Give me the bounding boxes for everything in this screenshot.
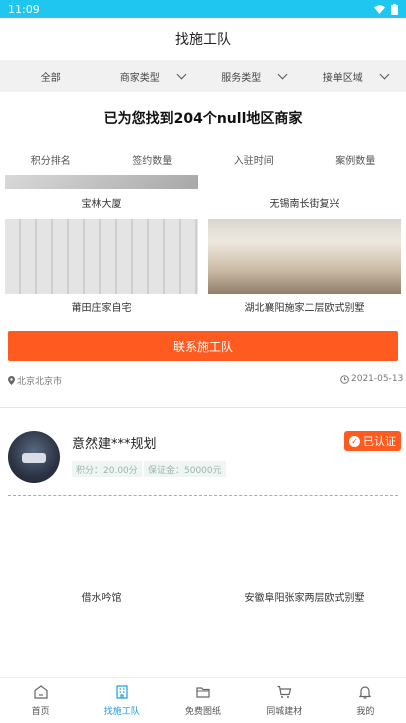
- tab-label: 同城建材: [266, 707, 303, 717]
- bell-icon: [359, 686, 372, 699]
- wifi-icon: [374, 4, 385, 14]
- tab-local-materials[interactable]: 同城建材: [244, 678, 325, 723]
- filter-label: 服务类型: [221, 72, 262, 84]
- tab-label: 找施工队: [103, 707, 140, 717]
- chevron-down-icon: [176, 69, 187, 80]
- location-pin-icon: [8, 376, 15, 385]
- location-text: 北京北京市: [17, 377, 63, 387]
- building-icon: [116, 685, 128, 699]
- verified-badge: ✓ 已认证: [344, 431, 401, 451]
- sort-bar: 积分排名 签约数量 入驻时间 案例数量: [0, 152, 406, 172]
- deposit-tag: 保证金：50000元: [144, 461, 226, 477]
- tab-label: 免费图纸: [185, 707, 222, 717]
- filter-service-type[interactable]: 服务类型: [203, 69, 305, 84]
- nav-bar: 找施工队: [0, 18, 406, 60]
- status-bar: 11:09: [0, 0, 406, 18]
- company-name: 意然建***规划: [72, 437, 157, 452]
- case-title: 湖北襄阳施家二层欧式别墅: [244, 303, 365, 314]
- status-time: 11:09: [8, 2, 40, 16]
- merchant-location: 北京北京市: [8, 374, 62, 387]
- tab-mine[interactable]: 我的: [325, 678, 406, 723]
- case-title: 无锡南长街复兴: [269, 199, 340, 210]
- tab-home[interactable]: 首页: [0, 678, 81, 723]
- merchant-date: 2021-05-13: [340, 374, 403, 384]
- case-title: 宝林大厦: [81, 199, 122, 210]
- merchant-list[interactable]: 宝林大厦 无锡南长街复兴 莆田庄家自宅 湖北襄阳施家二层欧式别墅 联系施工队 北…: [0, 175, 406, 677]
- sort-points[interactable]: 积分排名: [0, 152, 102, 172]
- filter-area[interactable]: 接单区域: [305, 69, 406, 84]
- chevron-down-icon: [277, 69, 288, 80]
- battery-icon: [391, 3, 398, 15]
- tab-find-team[interactable]: 找施工队: [81, 678, 162, 723]
- tab-label: 我的: [356, 707, 375, 717]
- clock-icon: [340, 374, 349, 384]
- cart-icon: [277, 685, 292, 698]
- filter-bar: 全部 商家类型 服务类型 接单区域: [0, 60, 406, 92]
- filter-merchant-type[interactable]: 商家类型: [102, 69, 204, 84]
- merchant-card[interactable]: 意然建***规划 ✓ 已认证 积分：20.00分 保证金：50000元: [0, 421, 406, 491]
- case-title: 借水吟馆: [81, 593, 122, 604]
- sort-contracts[interactable]: 签约数量: [102, 152, 204, 172]
- folder-icon: [196, 687, 210, 698]
- chevron-down-icon: [379, 69, 390, 80]
- sort-join-time[interactable]: 入驻时间: [203, 152, 305, 172]
- case-image[interactable]: [5, 219, 198, 294]
- case-image[interactable]: [5, 175, 198, 189]
- bottom-tab-bar: 首页 找施工队 免费图纸 同城建材 我的: [0, 677, 406, 723]
- result-count-title: 已为您找到204个null地区商家: [103, 111, 303, 127]
- points-tag: 积分：20.00分: [72, 461, 142, 477]
- divider: [0, 407, 406, 408]
- case-title: 安徽阜阳张家两层欧式别墅: [244, 593, 365, 604]
- home-icon: [33, 685, 48, 699]
- case-image[interactable]: [208, 219, 401, 294]
- check-icon: ✓: [349, 435, 360, 447]
- badge-label: 已认证: [363, 435, 396, 448]
- filter-all[interactable]: 全部: [0, 69, 102, 84]
- date-text: 2021-05-13: [351, 374, 404, 384]
- tab-free-drawings[interactable]: 免费图纸: [162, 678, 243, 723]
- filter-label: 商家类型: [119, 72, 160, 84]
- dashed-divider: [8, 495, 398, 496]
- filter-label: 全部: [40, 72, 61, 84]
- contact-team-button[interactable]: 联系施工队: [8, 331, 398, 361]
- avatar: [8, 431, 60, 483]
- filter-label: 接单区域: [322, 72, 363, 84]
- page-title: 找施工队: [175, 32, 231, 48]
- sort-case-count[interactable]: 案例数量: [305, 152, 406, 172]
- tab-label: 首页: [31, 707, 50, 717]
- case-title: 莆田庄家自宅: [71, 303, 132, 314]
